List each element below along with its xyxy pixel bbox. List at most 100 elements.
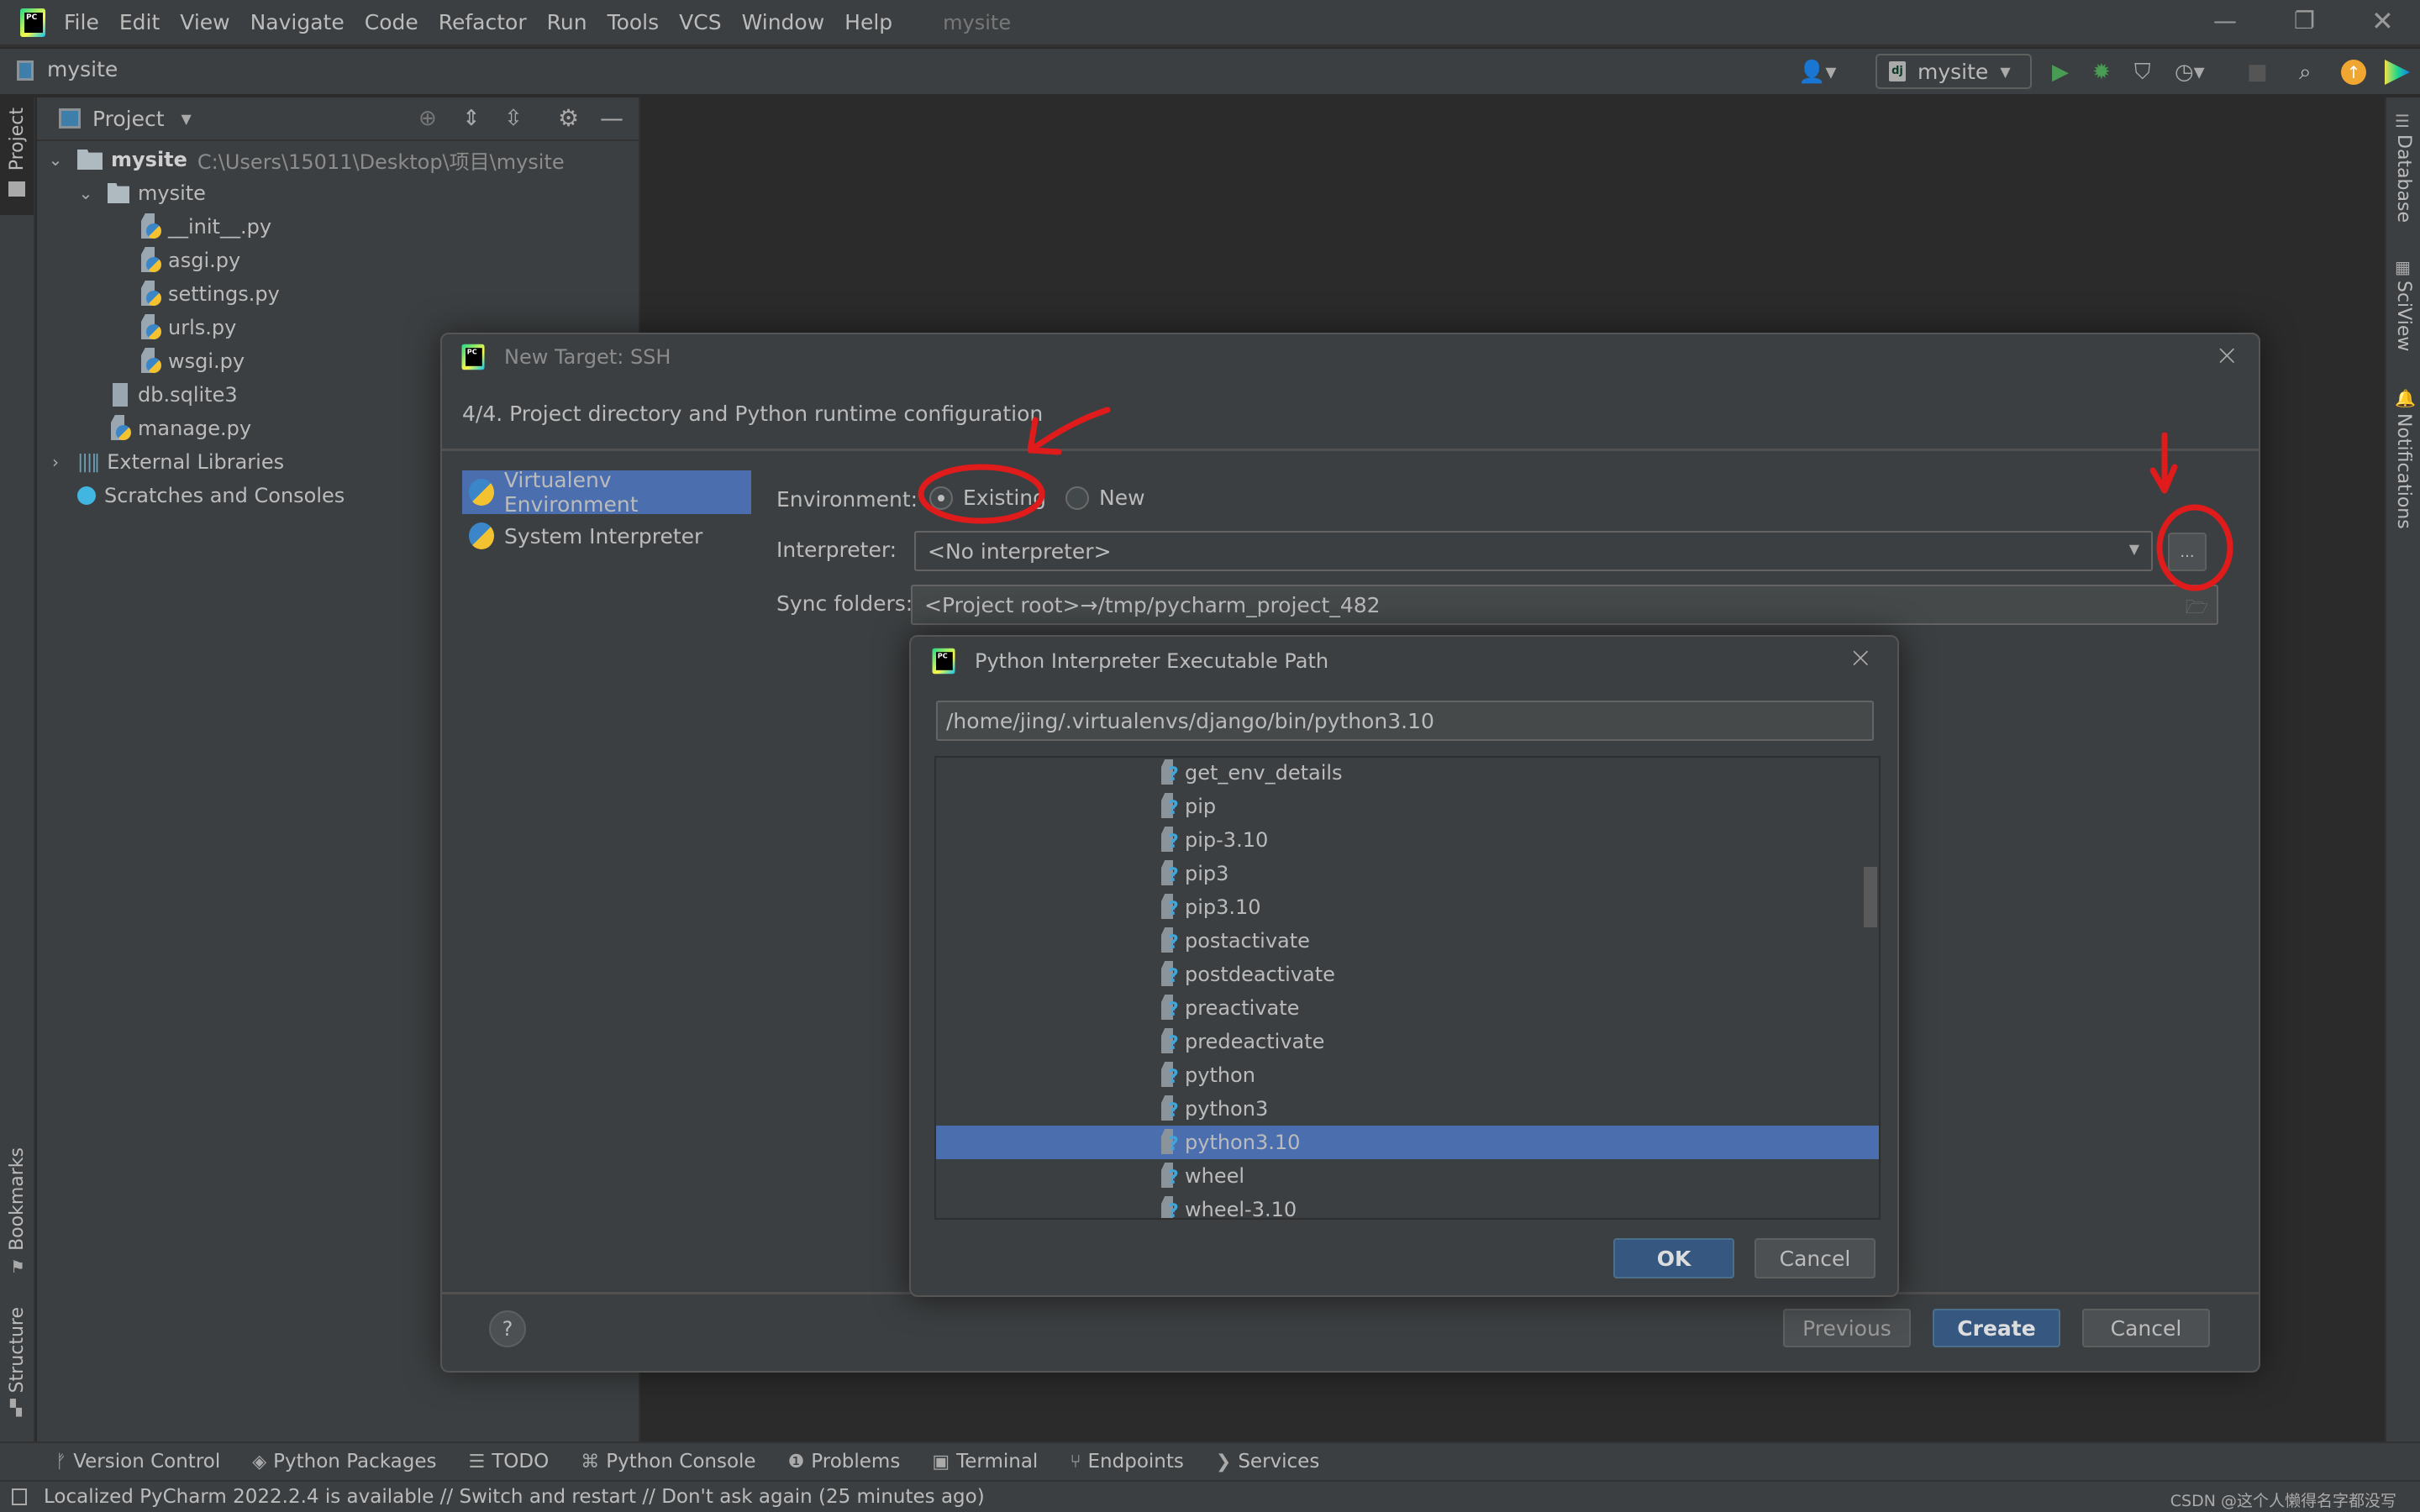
cancel-button[interactable]: Cancel: [1754, 1238, 1876, 1278]
tree-item-label: manage.py: [138, 417, 252, 440]
structure-tab[interactable]: Structure: [7, 1307, 28, 1393]
left-tool-strip: Project Bookmarks ⚑ Structure ▚: [0, 97, 35, 1441]
file-item[interactable]: pip-3.10: [936, 823, 1879, 857]
file-item[interactable]: postactivate: [936, 924, 1879, 958]
chevron-down-icon[interactable]: ▼: [182, 111, 192, 127]
create-button[interactable]: Create: [1933, 1309, 2060, 1347]
tool-terminal[interactable]: ▣ Terminal: [932, 1451, 1038, 1473]
breadcrumb[interactable]: mysite: [47, 57, 118, 81]
tree-item-package[interactable]: ⌄ mysite: [76, 176, 206, 210]
browse-interpreter-button[interactable]: ...: [2168, 533, 2207, 571]
chevron-down-icon[interactable]: ⌄: [45, 150, 66, 170]
tool-problems[interactable]: ❶ Problems: [788, 1451, 901, 1473]
sidebar-item-virtualenv[interactable]: Virtualenv Environment: [462, 468, 751, 517]
sidebar-item-system-interpreter[interactable]: System Interpreter: [462, 514, 751, 558]
radio-checked[interactable]: [929, 486, 953, 510]
locate-icon[interactable]: ⊕: [418, 106, 437, 131]
update-icon[interactable]: ↑: [2341, 60, 2366, 85]
tree-item-file[interactable]: manage.py: [109, 412, 251, 445]
tool-endpoints[interactable]: ⑂ Endpoints: [1070, 1451, 1184, 1473]
tool-todo[interactable]: ☰ TODO: [469, 1451, 550, 1473]
search-icon[interactable]: ⌕: [2299, 59, 2312, 86]
scrollbar-thumb[interactable]: [1864, 867, 1877, 927]
bookmarks-tab[interactable]: Bookmarks: [7, 1147, 28, 1251]
project-tool-tab[interactable]: Project: [0, 97, 34, 215]
environment-existing-radio[interactable]: Existing: [929, 486, 1046, 510]
toolbox-icon[interactable]: [2385, 60, 2410, 85]
tool-version-control[interactable]: ᚠ Version Control: [55, 1451, 220, 1473]
close-icon[interactable]: ×: [1849, 643, 1873, 672]
previous-button[interactable]: Previous: [1783, 1309, 1911, 1347]
run-config-selector[interactable]: dj mysite ▼: [1876, 54, 2032, 89]
notifications-tab[interactable]: Notifications: [2393, 413, 2414, 529]
environment-new-radio[interactable]: New: [1065, 486, 1145, 510]
sync-folders-field[interactable]: <Project root>→/tmp/pycharm_project_482 …: [911, 585, 2218, 625]
file-item[interactable]: get_env_details: [936, 758, 1879, 790]
path-input[interactable]: /home/jing/.virtualenvs/django/bin/pytho…: [936, 701, 1874, 741]
menu-code[interactable]: Code: [365, 10, 418, 34]
status-message[interactable]: Localized PyCharm 2022.2.4 is available …: [44, 1486, 985, 1508]
tree-item-scratches[interactable]: Scratches and Consoles: [77, 479, 345, 512]
file-item-selected[interactable]: python3.10: [936, 1126, 1879, 1159]
menu-file[interactable]: File: [64, 10, 99, 34]
chevron-down-icon[interactable]: ⌄: [76, 183, 96, 203]
tool-windows-toggle-icon[interactable]: [12, 1488, 27, 1505]
file-item[interactable]: wheel: [936, 1159, 1879, 1193]
minimize-icon[interactable]: —: [2213, 7, 2237, 34]
file-item[interactable]: pip3: [936, 857, 1879, 890]
file-item[interactable]: predeactivate: [936, 1025, 1879, 1058]
database-tab[interactable]: Database: [2393, 134, 2414, 223]
profile-icon[interactable]: ◷▾: [2175, 59, 2205, 86]
file-item[interactable]: pip3.10: [936, 890, 1879, 924]
help-button[interactable]: ?: [489, 1310, 526, 1347]
menu-navigate[interactable]: Navigate: [250, 10, 345, 34]
debug-icon[interactable]: ✹: [2092, 59, 2111, 86]
tree-item-file[interactable]: settings.py: [139, 277, 280, 311]
chevron-down-icon[interactable]: ▼: [2129, 541, 2139, 557]
run-icon[interactable]: ▶: [2052, 59, 2069, 86]
radio-unchecked[interactable]: [1065, 486, 1089, 510]
cancel-button[interactable]: Cancel: [2082, 1309, 2210, 1347]
tree-item-file[interactable]: db.sqlite3: [109, 378, 238, 412]
folder-open-icon[interactable]: 🗁: [2186, 593, 2208, 625]
project-view-selector[interactable]: Project: [92, 107, 165, 131]
menu-view[interactable]: View: [180, 10, 229, 34]
chevron-right-icon[interactable]: ›: [45, 452, 66, 472]
hide-panel-icon[interactable]: —: [600, 104, 623, 132]
tool-python-packages[interactable]: ◈ Python Packages: [252, 1451, 436, 1473]
menu-run[interactable]: Run: [547, 10, 587, 34]
menu-window[interactable]: Window: [742, 10, 825, 34]
file-item[interactable]: preactivate: [936, 991, 1879, 1025]
user-icon[interactable]: 👤▾: [1798, 59, 1836, 86]
coverage-icon[interactable]: ⛉: [2134, 59, 2151, 86]
tree-item-root[interactable]: ⌄ mysite C:\Users\15011\Desktop\项目\mysit…: [45, 143, 565, 176]
file-item[interactable]: postdeactivate: [936, 958, 1879, 991]
file-tree[interactable]: get_env_details pip pip-3.10 pip3 pip3.1…: [934, 756, 1881, 1220]
tool-services[interactable]: ❯ Services: [1216, 1451, 1319, 1473]
collapse-all-icon[interactable]: ⇳: [504, 106, 523, 131]
file-item[interactable]: python: [936, 1058, 1879, 1092]
interpreter-dropdown[interactable]: <No interpreter> ▼: [914, 531, 2153, 571]
menu-edit[interactable]: Edit: [119, 10, 160, 34]
close-icon[interactable]: ✕: [2371, 5, 2394, 37]
file-item[interactable]: wheel-3.10: [936, 1193, 1879, 1218]
tree-item-file[interactable]: __init__.py: [139, 210, 271, 244]
restore-icon[interactable]: ❐: [2294, 7, 2315, 34]
stop-icon[interactable]: ■: [2247, 59, 2268, 86]
sciview-tab[interactable]: SciView: [2393, 281, 2414, 351]
ok-button[interactable]: OK: [1613, 1238, 1734, 1278]
expand-all-icon[interactable]: ⇕: [462, 106, 481, 131]
menu-tools[interactable]: Tools: [608, 10, 660, 34]
file-item[interactable]: pip: [936, 790, 1879, 823]
file-item[interactable]: python3: [936, 1092, 1879, 1126]
tree-item-file[interactable]: asgi.py: [139, 244, 240, 277]
menu-refactor[interactable]: Refactor: [439, 10, 527, 34]
tree-item-file[interactable]: urls.py: [139, 311, 236, 344]
tree-item-file[interactable]: wsgi.py: [139, 344, 245, 378]
tool-python-console[interactable]: ⌘ Python Console: [581, 1451, 755, 1473]
tree-item-external-libraries[interactable]: › |||‖ External Libraries: [45, 445, 284, 479]
menu-vcs[interactable]: VCS: [679, 10, 721, 34]
close-icon[interactable]: ×: [2215, 341, 2239, 370]
gear-icon[interactable]: ⚙: [558, 104, 579, 132]
menu-help[interactable]: Help: [844, 10, 892, 34]
